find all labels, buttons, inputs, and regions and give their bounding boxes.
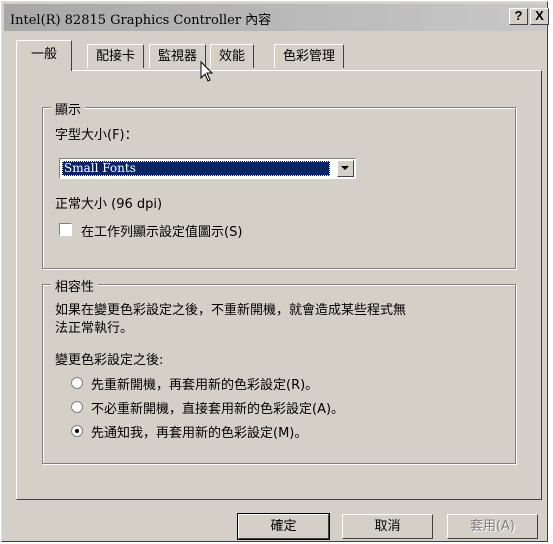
ok-button[interactable]: 確定 — [237, 513, 330, 540]
compatibility-group-title: 相容性 — [51, 276, 99, 295]
font-size-select[interactable]: Small Fonts — [59, 158, 356, 179]
font-size-select-value: Small Fonts — [62, 161, 330, 176]
radio-ask-before-apply-label[interactable]: 先通知我，再套用新的色彩設定(M)。 — [91, 422, 307, 441]
apply-button[interactable]: 套用(A) — [447, 514, 538, 539]
compatibility-group: 相容性 如果在變更色彩設定之後，不重新開機，就會造成某些程式無 法正常執行。 變… — [42, 276, 516, 464]
radio-ask-before-apply[interactable] — [71, 425, 83, 437]
display-group-title: 顯示 — [51, 99, 86, 118]
display-group: 顯示 字型大小(F)： Small Fonts 正常大小 (96 dpi) 在工… — [42, 99, 516, 269]
help-button[interactable]: ? — [509, 8, 528, 25]
radio-apply-without-restart-label[interactable]: 不必重新開機，直接套用新的色彩設定(A)。 — [91, 398, 344, 417]
close-button[interactable]: X — [530, 8, 549, 25]
radio-apply-without-restart[interactable] — [71, 401, 83, 413]
dpi-text: 正常大小 (96 dpi) — [55, 197, 163, 212]
tab-performance[interactable]: 效能 — [210, 44, 255, 68]
tab-color-management[interactable]: 色彩管理 — [274, 44, 345, 68]
properties-dialog: Intel(R) 82815 Graphics Controller 內容 ? … — [1, 1, 549, 542]
tab-strip: 一般 配接卡 監視器 效能 色彩管理 — [16, 40, 536, 71]
radio-restart[interactable] — [71, 377, 83, 389]
help-icon: ? — [514, 8, 523, 23]
radio-restart-label[interactable]: 先重新開機，再套用新的色彩設定(R)。 — [91, 374, 318, 393]
close-icon: X — [535, 8, 544, 23]
cancel-button[interactable]: 取消 — [342, 514, 433, 539]
tab-monitor[interactable]: 監視器 — [149, 44, 207, 68]
tab-adapter[interactable]: 配接卡 — [87, 44, 145, 68]
tab-general[interactable]: 一般 — [16, 40, 73, 71]
compat-description-line1: 如果在變更色彩設定之後，不重新開機，就會造成某些程式無 — [55, 303, 407, 318]
window-title: Intel(R) 82815 Graphics Controller 內容 — [10, 13, 272, 28]
taskbar-icon-checkbox-label[interactable]: 在工作列顯示設定值圖示(S) — [81, 221, 242, 240]
arrow-cursor-icon — [200, 61, 214, 82]
after-change-label: 變更色彩設定之後: — [55, 353, 164, 368]
tab-panel-general: 顯示 字型大小(F)： Small Fonts 正常大小 (96 dpi) 在工… — [16, 70, 542, 500]
title-bar[interactable]: Intel(R) 82815 Graphics Controller 內容 ? … — [4, 4, 549, 31]
compat-description-line2: 法正常執行。 — [55, 321, 134, 336]
taskbar-icon-checkbox[interactable] — [59, 223, 72, 236]
font-size-label: 字型大小(F)： — [55, 128, 138, 143]
chevron-down-icon[interactable] — [337, 160, 354, 177]
